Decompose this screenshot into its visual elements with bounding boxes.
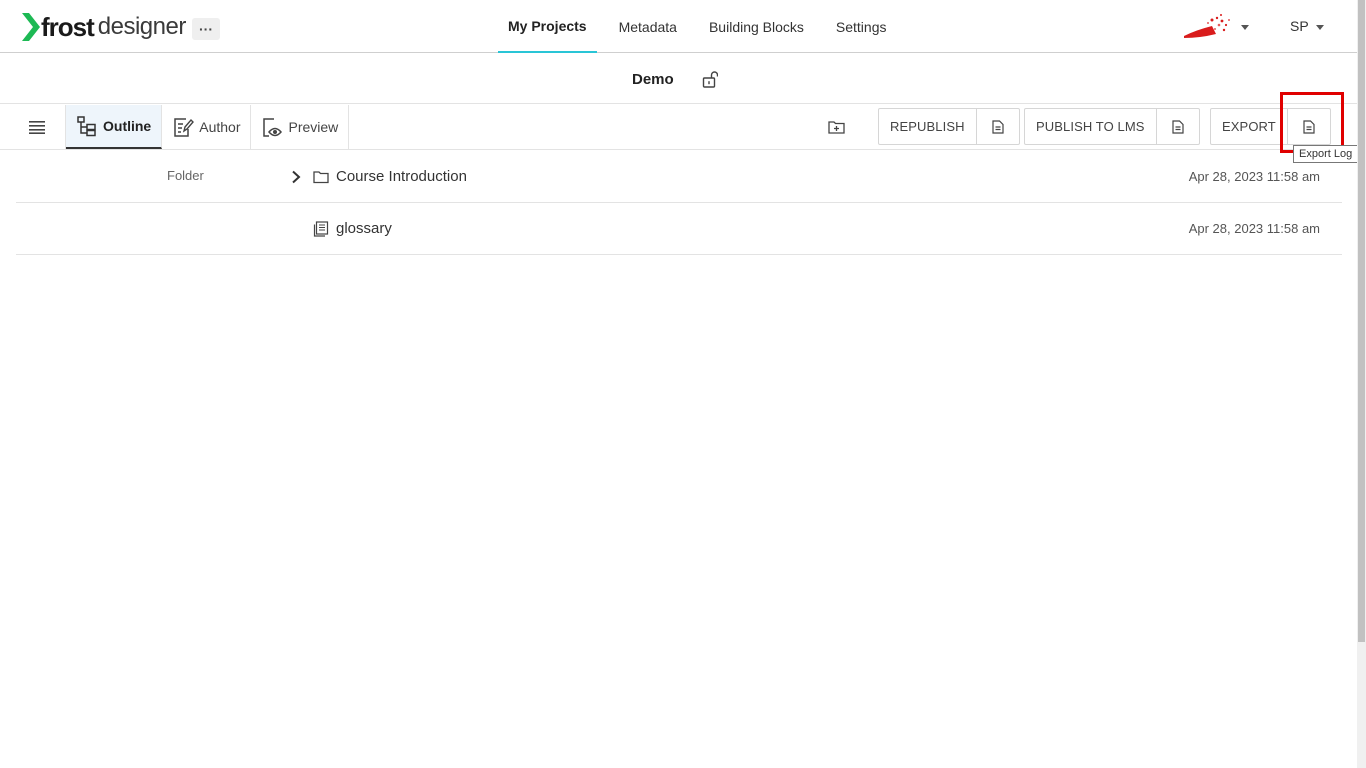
document-icon	[1303, 119, 1315, 134]
preview-eye-icon	[263, 118, 283, 137]
top-navigation: frost designer ··· My Projects Metadata …	[0, 0, 1357, 53]
publish-lms-group: PUBLISH TO LMS	[1024, 108, 1200, 145]
unlock-icon[interactable]	[702, 70, 718, 88]
folder-icon	[313, 171, 329, 184]
project-title-row: Demo	[0, 54, 1357, 104]
new-folder-icon[interactable]	[828, 120, 845, 134]
tab-author[interactable]: Author	[162, 105, 252, 149]
nav-building-blocks[interactable]: Building Blocks	[699, 0, 814, 53]
tab-preview-label: Preview	[288, 119, 339, 135]
tab-outline[interactable]: Outline	[66, 105, 163, 149]
project-title: Demo	[632, 71, 674, 88]
user-initials: SP	[1290, 18, 1309, 34]
vertical-scrollbar[interactable]	[1357, 0, 1366, 768]
document-icon	[991, 119, 1004, 134]
project-outline-list: Folder Course Introduction Apr 28, 2023 …	[16, 151, 1342, 255]
view-tabs: Outline Author Preview	[65, 105, 350, 149]
tab-author-label: Author	[199, 119, 241, 135]
hamburger-menu-icon[interactable]	[29, 120, 45, 134]
export-group: EXPORT	[1210, 108, 1331, 145]
chevron-right-icon[interactable]	[290, 170, 302, 184]
republish-button[interactable]: REPUBLISH	[879, 109, 976, 144]
frost-designer-logo[interactable]: frost designer	[22, 12, 186, 42]
nav-settings[interactable]: Settings	[826, 0, 897, 53]
republish-log-button[interactable]	[975, 109, 1019, 144]
outline-tree-icon	[77, 116, 96, 137]
export-button[interactable]: EXPORT	[1211, 109, 1287, 144]
logo-chevron-icon	[22, 13, 40, 41]
user-menu-caret-icon	[1315, 24, 1324, 30]
organization-logo-icon[interactable]	[1182, 12, 1234, 40]
publish-log-button[interactable]	[1155, 109, 1199, 144]
page-stack-icon	[313, 221, 329, 237]
list-item[interactable]: Folder Course Introduction Apr 28, 2023 …	[16, 151, 1342, 203]
logo-text-designer: designer	[97, 13, 187, 40]
more-options-button[interactable]: ···	[192, 18, 220, 40]
tab-outline-label: Outline	[103, 118, 152, 134]
item-name[interactable]: Course Introduction	[336, 168, 467, 185]
project-toolbar: Outline Author Preview REPUBLISH PUBLISH…	[0, 105, 1357, 150]
republish-group: REPUBLISH	[878, 108, 1020, 145]
item-name[interactable]: glossary	[336, 220, 392, 237]
logo-text-frost: frost	[41, 11, 95, 42]
item-type: Folder	[167, 168, 204, 183]
document-icon	[1171, 119, 1184, 134]
item-date: Apr 28, 2023 11:58 am	[1188, 221, 1320, 236]
author-edit-icon	[174, 118, 195, 137]
main-nav: My Projects Metadata Building Blocks Set…	[498, 0, 909, 53]
org-menu-caret-icon[interactable]	[1241, 25, 1249, 30]
list-item[interactable]: glossary Apr 28, 2023 11:58 am	[16, 203, 1342, 255]
item-date: Apr 28, 2023 11:58 am	[1188, 169, 1320, 184]
user-menu[interactable]: SP	[1290, 18, 1324, 34]
publish-to-lms-button[interactable]: PUBLISH TO LMS	[1025, 109, 1156, 144]
scrollbar-thumb[interactable]	[1358, 0, 1365, 642]
export-log-button[interactable]	[1286, 109, 1330, 144]
tab-preview[interactable]: Preview	[251, 105, 350, 149]
nav-metadata[interactable]: Metadata	[609, 0, 687, 53]
nav-my-projects[interactable]: My Projects	[498, 0, 597, 53]
